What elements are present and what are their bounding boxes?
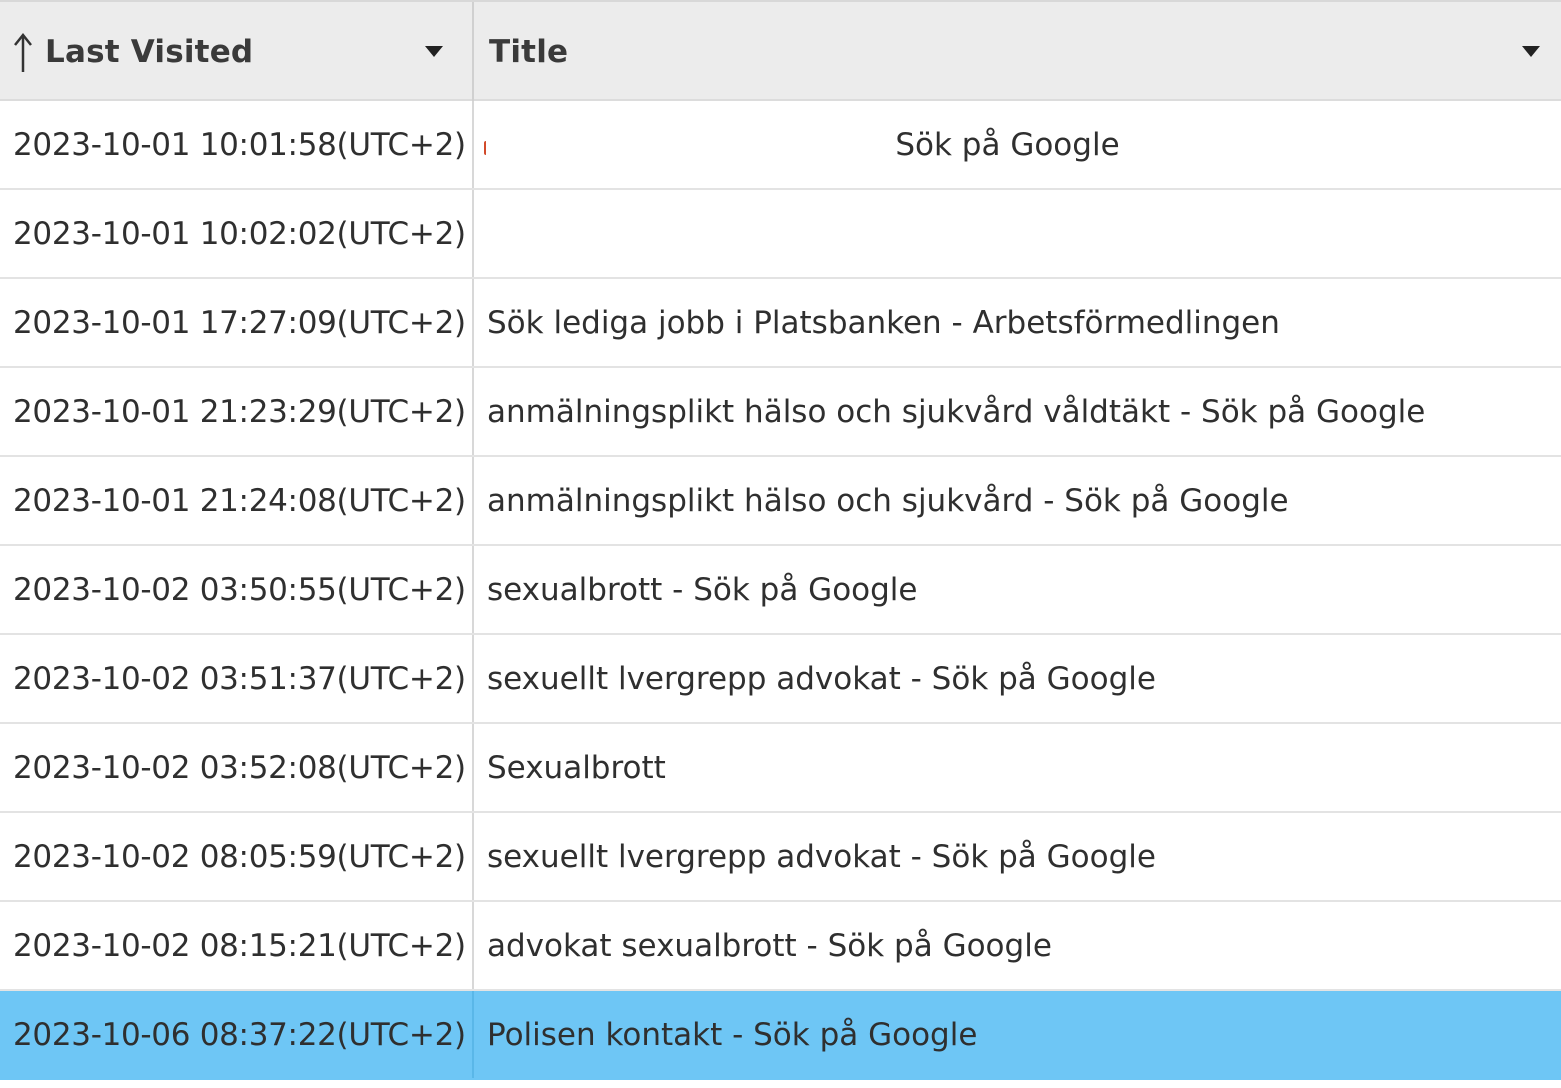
title-cell: sexuellt lvergrepp advokat - Sök på Goog… bbox=[472, 813, 1561, 900]
last-visited-cell: 2023-10-02 03:52:08(UTC+2) bbox=[13, 749, 466, 786]
title-cell: anmälningsplikt hälso och sjukvård - Sök… bbox=[472, 457, 1561, 544]
table-row[interactable]: 2023-10-01 21:24:08(UTC+2) anmälningspli… bbox=[0, 457, 1561, 546]
last-visited-cell: 2023-10-02 08:05:59(UTC+2) bbox=[13, 838, 466, 875]
title-cell: advokat sexualbrott - Sök på Google bbox=[472, 902, 1561, 989]
last-visited-cell: 2023-10-01 17:27:09(UTC+2) bbox=[13, 304, 466, 341]
table-row[interactable]: 2023-10-01 17:27:09(UTC+2) Sök lediga jo… bbox=[0, 279, 1561, 368]
table-row[interactable]: 2023-10-02 03:51:37(UTC+2) sexuellt lver… bbox=[0, 635, 1561, 724]
table-header: Last Visited Title bbox=[0, 0, 1561, 101]
table-body: 2023-10-01 10:01:58(UTC+2) Sök på Google… bbox=[0, 101, 1561, 1080]
column-label-last-visited: Last Visited bbox=[45, 33, 254, 70]
title-cell bbox=[472, 190, 1561, 277]
table-row[interactable]: 2023-10-01 21:23:29(UTC+2) anmälningspli… bbox=[0, 368, 1561, 457]
title-cell: Sök på Google bbox=[472, 101, 1561, 188]
last-visited-cell: 2023-10-02 03:51:37(UTC+2) bbox=[13, 660, 466, 697]
history-table: Last Visited Title 2023-10-01 10:01:58(U… bbox=[0, 0, 1561, 1088]
last-visited-cell: 2023-10-01 21:23:29(UTC+2) bbox=[13, 393, 466, 430]
last-visited-cell: 2023-10-01 10:01:58(UTC+2) bbox=[13, 126, 466, 163]
arrow-up-icon bbox=[14, 32, 32, 72]
table-row[interactable]: 2023-10-01 10:02:02(UTC+2) bbox=[0, 190, 1561, 279]
title-cell: sexuellt lvergrepp advokat - Sök på Goog… bbox=[472, 635, 1561, 722]
table-row[interactable]: 2023-10-02 08:15:21(UTC+2) advokat sexua… bbox=[0, 902, 1561, 991]
last-visited-cell: 2023-10-06 08:37:22(UTC+2) bbox=[13, 1016, 466, 1053]
column-header-last-visited[interactable]: Last Visited bbox=[0, 2, 472, 101]
title-cell: Sexualbrott bbox=[472, 724, 1561, 811]
last-visited-cell: 2023-10-02 03:50:55(UTC+2) bbox=[13, 571, 466, 608]
table-row[interactable]: 2023-10-02 03:50:55(UTC+2) sexualbrott -… bbox=[0, 546, 1561, 635]
chevron-down-icon[interactable] bbox=[1522, 46, 1540, 57]
title-cell: sexualbrott - Sök på Google bbox=[472, 546, 1561, 633]
title-cell: anmälningsplikt hälso och sjukvård våldt… bbox=[472, 368, 1561, 455]
favicon-fragment bbox=[484, 141, 489, 155]
table-row-selected[interactable]: 2023-10-06 08:37:22(UTC+2) Polisen konta… bbox=[0, 991, 1561, 1080]
column-label-title: Title bbox=[489, 33, 569, 70]
last-visited-cell: 2023-10-01 21:24:08(UTC+2) bbox=[13, 482, 466, 519]
last-visited-cell: 2023-10-01 10:02:02(UTC+2) bbox=[13, 215, 466, 252]
chevron-down-icon[interactable] bbox=[425, 46, 443, 57]
column-header-title[interactable]: Title bbox=[472, 2, 1561, 101]
table-row[interactable]: 2023-10-02 08:05:59(UTC+2) sexuellt lver… bbox=[0, 813, 1561, 902]
last-visited-cell: 2023-10-02 08:15:21(UTC+2) bbox=[13, 927, 466, 964]
title-cell: Sök lediga jobb i Platsbanken - Arbetsfö… bbox=[472, 279, 1561, 366]
table-row[interactable]: 2023-10-01 10:01:58(UTC+2) Sök på Google bbox=[0, 101, 1561, 190]
title-cell: Polisen kontakt - Sök på Google bbox=[472, 991, 1561, 1078]
table-row[interactable]: 2023-10-02 03:52:08(UTC+2) Sexualbrott bbox=[0, 724, 1561, 813]
